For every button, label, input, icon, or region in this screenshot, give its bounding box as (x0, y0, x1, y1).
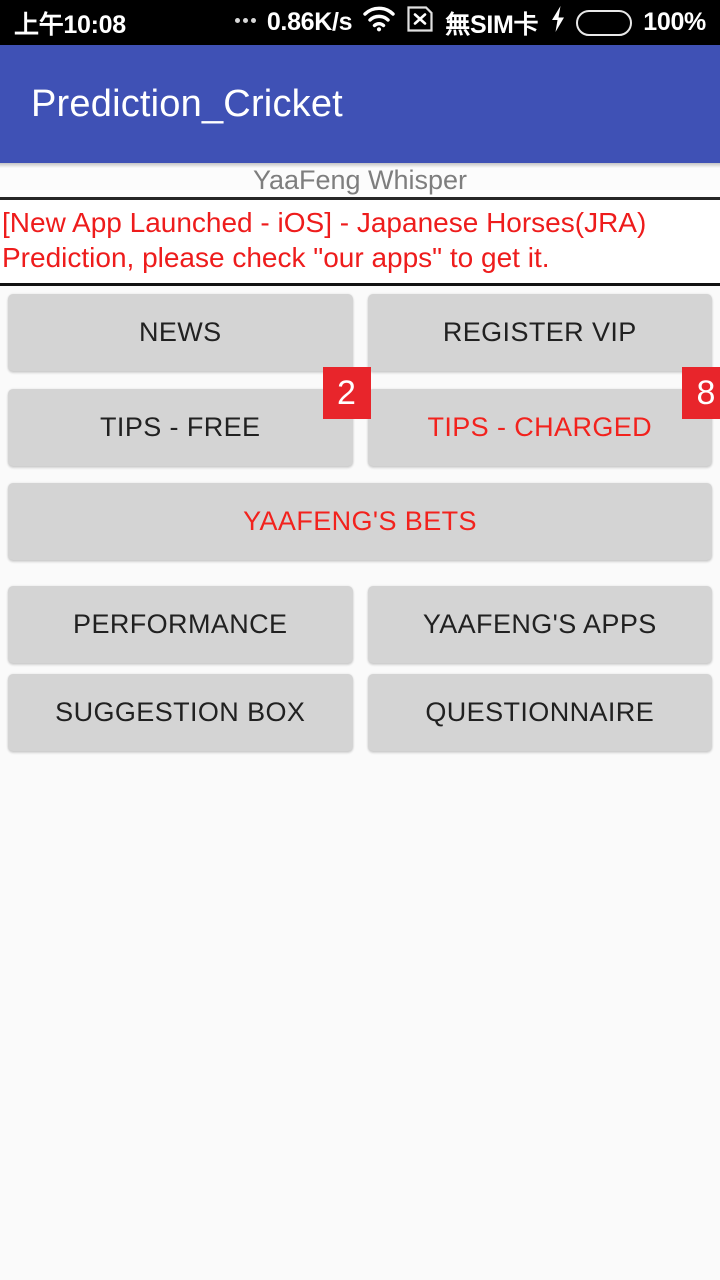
battery-icon (576, 9, 633, 36)
menu-cell-yaafengs-apps: YAAFENG'S APPS (367, 586, 712, 663)
app-bar: Prediction_Cricket (0, 45, 720, 168)
tips-charged-badge: 8 (682, 367, 720, 419)
more-dots-icon (234, 18, 256, 27)
menu-cell-suggestion-box: SUGGESTION BOX (8, 674, 353, 751)
status-bar-icons: 0.86K/s 無SIM卡 100% (234, 5, 706, 41)
menu-clip: NEWS REGISTER VIP TIPS - FREE 2 TIPS - C… (0, 286, 720, 762)
menu-cell-register-vip: REGISTER VIP (367, 294, 712, 371)
announcement-line-1: [New App Launched - iOS] - Japanese Hors… (2, 207, 647, 238)
status-clock: 上午10:08 (14, 10, 126, 39)
tips-free-badge: 2 (322, 367, 371, 419)
battery-percent-label: 100% (643, 8, 706, 36)
questionnaire-button[interactable]: QUESTIONNAIRE (367, 674, 712, 751)
menu-row-2: TIPS - FREE 2 TIPS - CHARGED 8 (0, 367, 720, 466)
tips-free-button[interactable]: TIPS - FREE (8, 389, 353, 466)
announcement-line-2: Prediction, please check "our apps" to g… (2, 242, 550, 273)
page-title: Prediction_Cricket (31, 82, 343, 125)
news-button[interactable]: NEWS (8, 294, 353, 371)
menu-row-4: PERFORMANCE YAAFENG'S APPS (0, 586, 720, 663)
wifi-icon (363, 6, 395, 39)
status-bar: 上午10:08 0.86K/s 無SIM卡 100% (0, 0, 720, 45)
register-vip-button[interactable]: REGISTER VIP (367, 294, 712, 371)
menu-cell-yaafengs-bets: YAAFENG'S BETS (8, 483, 712, 560)
performance-button[interactable]: PERFORMANCE (8, 586, 353, 663)
network-speed-label: 0.86K/s (266, 8, 353, 36)
suggestion-box-button[interactable]: SUGGESTION BOX (8, 674, 353, 751)
menu-cell-tips-charged: TIPS - CHARGED 8 (367, 367, 720, 466)
subtitle-bar: YaaFeng Whisper (0, 163, 720, 200)
menu-cell-performance: PERFORMANCE (8, 586, 353, 663)
announcement-banner[interactable]: [New App Launched - iOS] - Japanese Hors… (0, 200, 720, 286)
menu-cell-questionnaire: QUESTIONNAIRE (367, 674, 712, 751)
yaafengs-bets-button[interactable]: YAAFENG'S BETS (8, 483, 712, 560)
menu-row-1: NEWS REGISTER VIP (0, 294, 720, 371)
no-sim-label: 無SIM卡 (445, 10, 539, 39)
menu-cell-news: NEWS (8, 294, 353, 371)
subtitle-label: YaaFeng Whisper (252, 164, 468, 195)
menu-row-3: YAAFENG'S BETS (0, 483, 720, 560)
main-menu-grid: NEWS REGISTER VIP TIPS - FREE 2 TIPS - C… (0, 286, 720, 751)
menu-row-5: SUGGESTION BOX QUESTIONNAIRE (0, 674, 720, 751)
menu-cell-tips-free: TIPS - FREE 2 (8, 367, 371, 466)
yaafengs-apps-button[interactable]: YAAFENG'S APPS (367, 586, 712, 663)
lightning-bolt-icon (549, 5, 567, 40)
tips-charged-button[interactable]: TIPS - CHARGED (367, 389, 712, 466)
sim-disabled-icon (406, 5, 434, 40)
